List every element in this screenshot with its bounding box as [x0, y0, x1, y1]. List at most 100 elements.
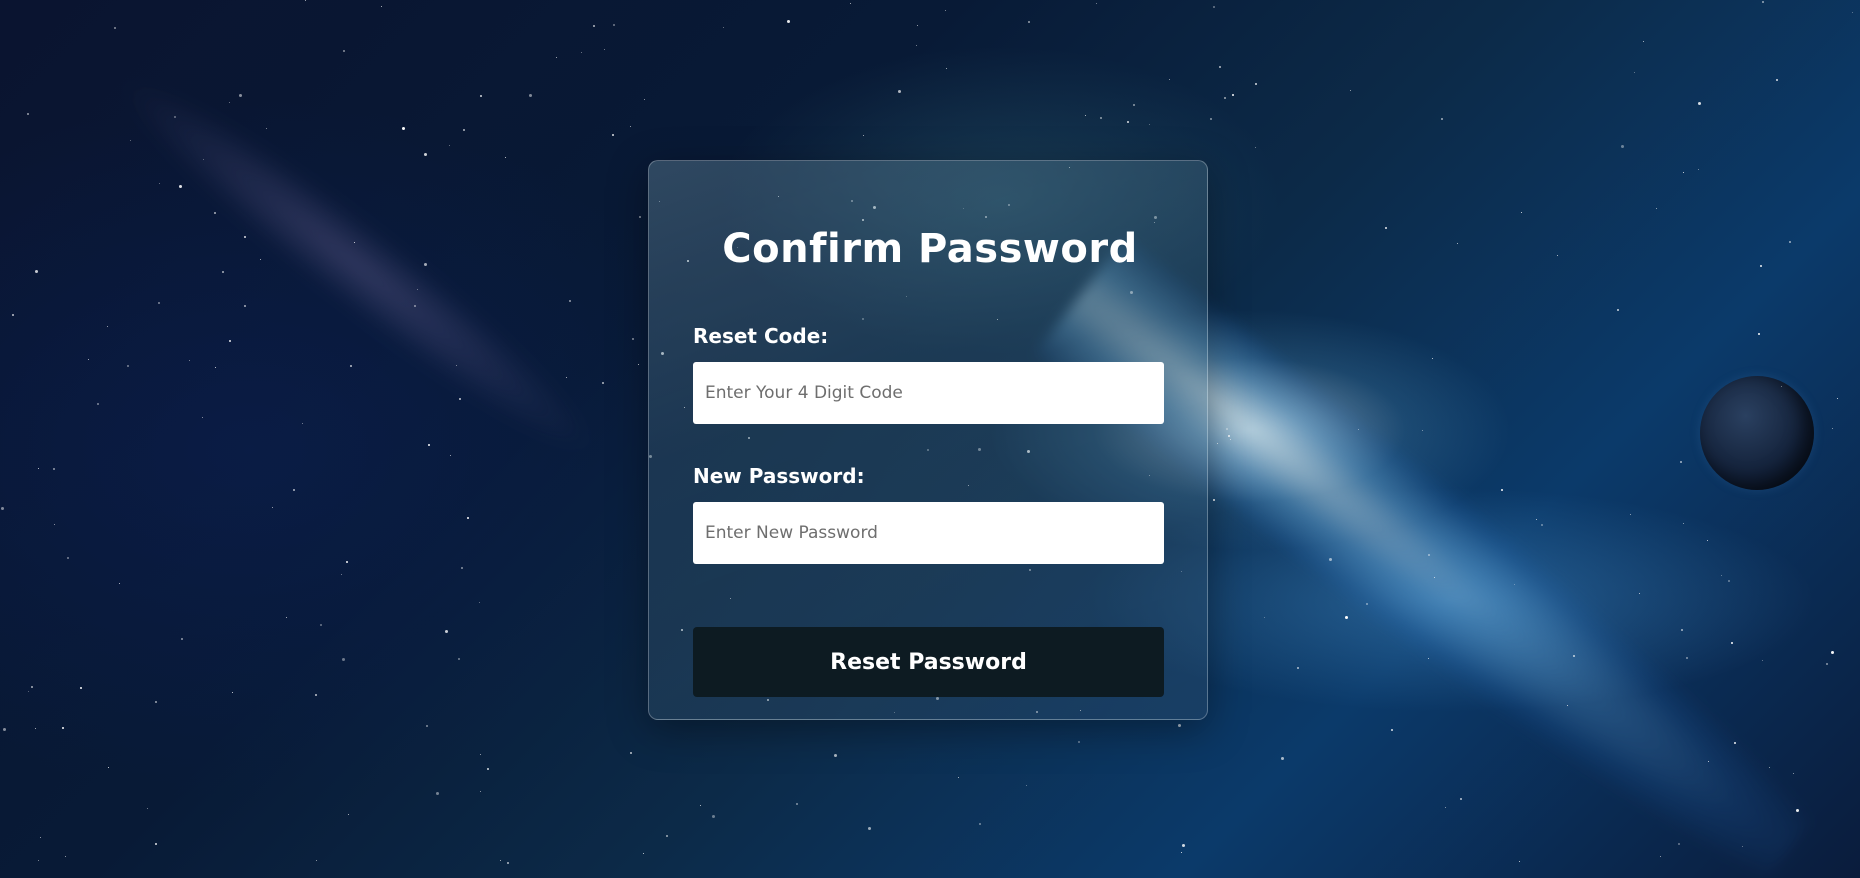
star — [320, 624, 322, 626]
star — [1350, 90, 1351, 91]
star — [381, 6, 382, 7]
star — [1793, 773, 1794, 774]
star — [1621, 145, 1624, 148]
star — [1255, 83, 1257, 85]
star — [1660, 856, 1661, 857]
star — [350, 365, 352, 367]
star — [480, 95, 482, 97]
star — [480, 754, 481, 755]
star — [1078, 741, 1080, 743]
star — [272, 507, 273, 508]
star — [40, 837, 41, 838]
star — [569, 300, 571, 302]
star — [343, 50, 345, 52]
star — [916, 45, 917, 46]
star — [1213, 6, 1215, 8]
star — [1728, 580, 1730, 582]
star — [1230, 439, 1231, 440]
star — [1366, 603, 1368, 605]
star — [232, 692, 233, 693]
star — [1683, 172, 1684, 173]
star — [1432, 358, 1433, 359]
star — [107, 326, 108, 327]
star — [155, 701, 157, 703]
star — [341, 574, 342, 575]
star — [666, 835, 668, 837]
star — [266, 128, 267, 129]
star — [108, 767, 109, 768]
star — [1781, 386, 1782, 387]
star — [1698, 102, 1701, 105]
star — [1169, 79, 1170, 80]
page-title: Confirm Password — [722, 226, 1138, 272]
star — [1536, 519, 1537, 520]
star — [203, 159, 204, 160]
star — [67, 557, 69, 559]
star — [1567, 705, 1568, 706]
star — [487, 768, 489, 770]
star — [945, 10, 946, 11]
star — [28, 691, 29, 692]
star — [214, 212, 216, 214]
star — [643, 853, 644, 854]
star — [1085, 115, 1086, 116]
star — [215, 367, 216, 368]
star — [1678, 843, 1680, 845]
star — [630, 752, 632, 754]
star — [796, 803, 798, 805]
star — [53, 468, 55, 470]
star — [450, 455, 451, 456]
star — [181, 638, 183, 640]
star — [1681, 629, 1683, 631]
star — [159, 183, 160, 184]
star — [1358, 429, 1359, 430]
star — [1149, 124, 1150, 125]
star — [1026, 785, 1027, 786]
star — [54, 524, 55, 525]
star — [958, 777, 959, 778]
reset-password-button[interactable]: Reset Password — [693, 627, 1164, 697]
star — [244, 305, 246, 307]
star — [147, 808, 148, 809]
star — [1096, 3, 1097, 4]
star — [1217, 443, 1218, 444]
star — [1639, 593, 1640, 594]
star — [500, 860, 501, 861]
star — [3, 728, 6, 731]
reset-code-input[interactable] — [693, 362, 1164, 424]
star — [566, 377, 567, 378]
star — [1708, 761, 1709, 762]
star — [346, 561, 348, 563]
star — [302, 423, 303, 424]
star — [62, 727, 64, 729]
new-password-input[interactable] — [693, 502, 1164, 564]
star — [1428, 658, 1429, 659]
star — [1731, 642, 1733, 644]
star — [428, 444, 430, 446]
star — [315, 694, 317, 696]
star — [189, 360, 190, 361]
star — [1686, 657, 1688, 659]
star — [119, 583, 120, 584]
star — [424, 153, 427, 156]
star — [27, 113, 29, 115]
star — [12, 314, 14, 316]
star — [1213, 499, 1215, 501]
star — [1281, 757, 1284, 760]
star — [402, 127, 405, 130]
star — [1441, 118, 1443, 120]
star — [630, 126, 631, 127]
star — [1178, 724, 1181, 727]
star — [127, 365, 129, 367]
star — [1519, 861, 1520, 862]
star — [480, 791, 481, 792]
star — [1837, 398, 1838, 399]
star — [1501, 489, 1503, 491]
star — [114, 27, 116, 29]
star — [65, 856, 66, 857]
star — [1573, 655, 1575, 657]
star — [1683, 523, 1684, 524]
star — [639, 216, 641, 218]
star — [1219, 66, 1221, 68]
star — [459, 398, 461, 400]
